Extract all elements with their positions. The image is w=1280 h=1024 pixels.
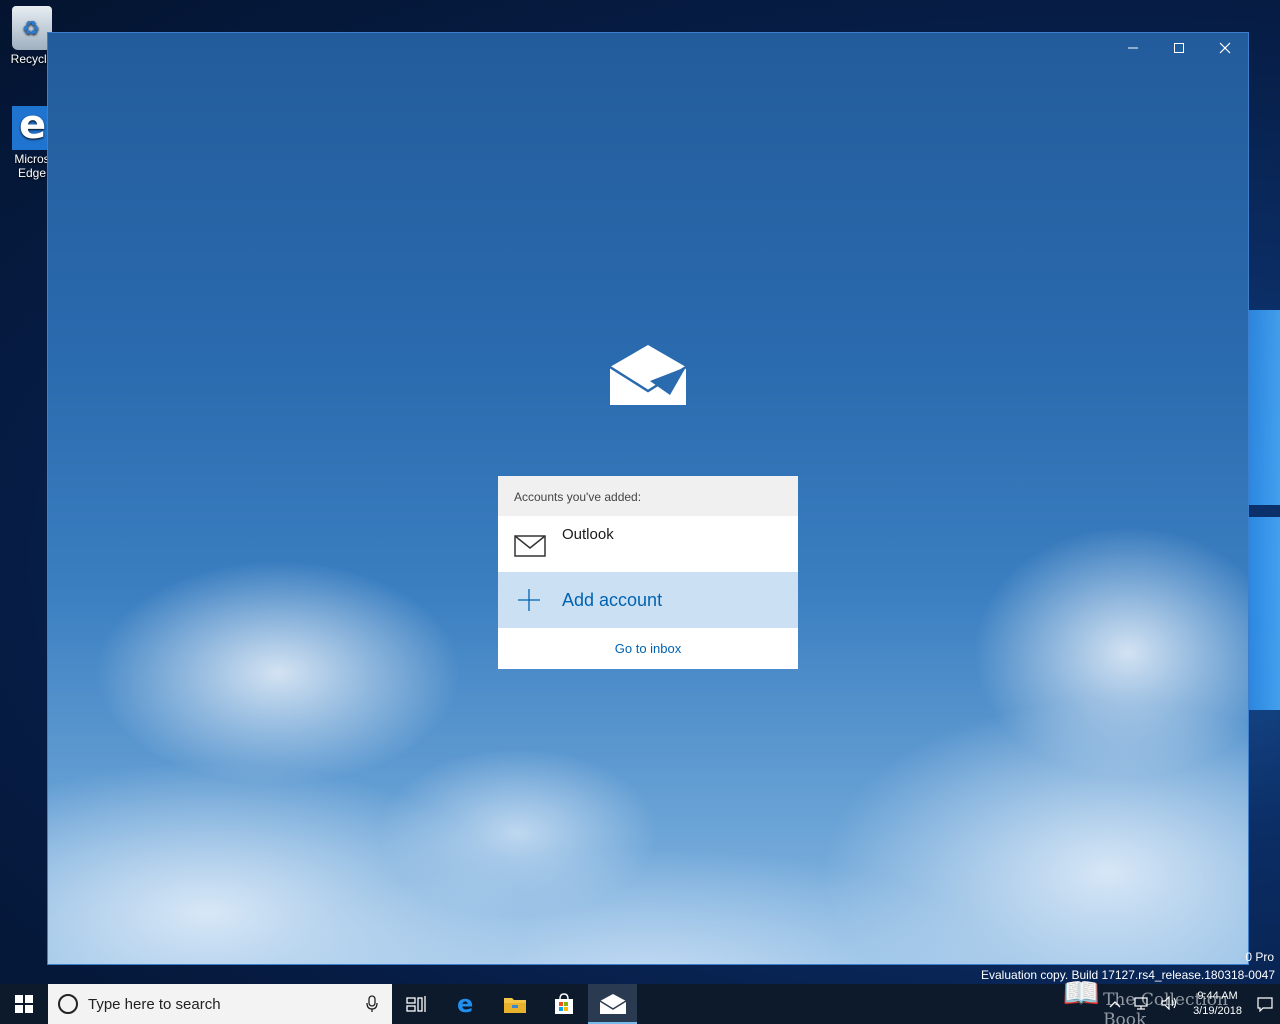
add-account-button[interactable]: Add account <box>498 572 798 628</box>
taskbar-mail-button[interactable] <box>588 984 637 1024</box>
task-view-icon <box>405 996 426 1012</box>
overlay-watermark-text: The Collection Book <box>1103 990 1228 1024</box>
add-account-label: Add account <box>562 589 663 610</box>
mail-app-window: Accounts you've added: Outlook Add accou… <box>47 32 1249 965</box>
accounts-panel-header: Accounts you've added: <box>498 476 798 516</box>
taskbar-edge-button[interactable]: e <box>441 984 490 1024</box>
system-tray: 📖 9:44 AM 3/19/2018 The Collection Book <box>1063 977 1280 1024</box>
edge-icon <box>12 102 52 150</box>
plus-icon <box>518 589 540 611</box>
maximize-icon <box>1174 43 1184 53</box>
desktop-windows-logo <box>1248 310 1280 710</box>
store-icon <box>554 993 573 1014</box>
windows-logo-icon <box>15 995 33 1013</box>
close-button[interactable] <box>1202 33 1248 63</box>
file-explorer-icon <box>503 998 526 1013</box>
start-button[interactable] <box>0 984 48 1024</box>
accounts-panel: Accounts you've added: Outlook Add accou… <box>498 476 798 669</box>
account-name: Outlook <box>562 526 614 543</box>
taskbar-file-explorer-button[interactable] <box>490 984 539 1024</box>
mail-app-icon <box>610 345 686 405</box>
notification-icon <box>1257 997 1273 1012</box>
build-watermark: Evaluation copy. Build 17127.rs4_release… <box>981 968 1275 982</box>
taskbar-search-box[interactable]: Type here to search <box>48 984 392 1024</box>
account-item-outlook[interactable]: Outlook <box>498 516 798 572</box>
close-icon <box>1219 42 1231 54</box>
window-controls <box>1110 33 1248 65</box>
minimize-icon <box>1128 47 1138 49</box>
maximize-button[interactable] <box>1156 33 1202 63</box>
taskbar-store-button[interactable] <box>539 984 588 1024</box>
task-view-button[interactable] <box>392 984 441 1024</box>
collection-book-icon: 📖 <box>1062 977 1100 1010</box>
microphone-icon[interactable] <box>366 995 378 1013</box>
edition-watermark: 0 Pro <box>1245 950 1274 964</box>
cortana-icon <box>58 994 78 1014</box>
mail-envelope-icon <box>514 535 546 557</box>
edge-icon: e <box>457 992 473 1016</box>
minimize-button[interactable] <box>1110 33 1156 63</box>
recycle-bin-icon <box>12 6 52 50</box>
search-placeholder: Type here to search <box>88 995 221 1013</box>
go-to-inbox-link[interactable]: Go to inbox <box>498 628 798 669</box>
mail-icon <box>599 994 626 1014</box>
svg-text:e: e <box>457 992 473 1016</box>
taskbar: Type here to search e 📖 9:44 AM 3/19/201… <box>0 977 1280 1024</box>
